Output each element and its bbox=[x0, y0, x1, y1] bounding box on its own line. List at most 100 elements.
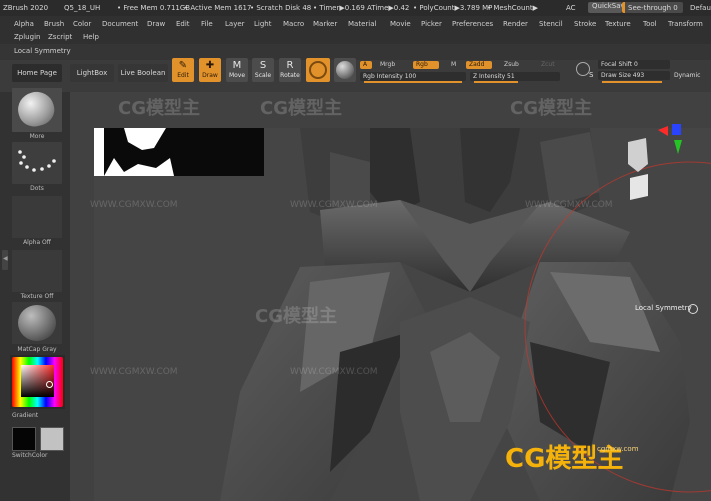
rotate-icon: R bbox=[286, 60, 294, 71]
zsub-button[interactable]: Zsub bbox=[501, 61, 525, 69]
s-label: S bbox=[589, 71, 594, 79]
texture-off-label[interactable]: Texture Off bbox=[12, 293, 62, 300]
menu-preferences[interactable]: Preferences bbox=[452, 20, 493, 28]
menu-tool[interactable]: Tool bbox=[643, 20, 657, 28]
lightbox-button[interactable]: LightBox bbox=[70, 64, 114, 82]
menu-material[interactable]: Material bbox=[348, 20, 376, 28]
menu-movie[interactable]: Movie bbox=[390, 20, 411, 28]
menu-alpha[interactable]: Alpha bbox=[14, 20, 34, 28]
menu-help[interactable]: Help bbox=[83, 33, 99, 41]
default-layout[interactable]: Default bbox=[690, 4, 711, 12]
alpha-off-label[interactable]: Alpha Off bbox=[12, 239, 62, 246]
stroke-thumbnail[interactable] bbox=[12, 142, 62, 184]
menu-document[interactable]: Document bbox=[102, 20, 138, 28]
scale-tool-button[interactable]: S Scale bbox=[252, 58, 274, 82]
menu-macro[interactable]: Macro bbox=[283, 20, 304, 28]
dots-stroke-icon bbox=[18, 150, 56, 172]
switch-color-label[interactable]: SwitchColor bbox=[12, 452, 62, 459]
focal-shift-slider[interactable]: Focal Shift 0 bbox=[598, 60, 670, 69]
a-button[interactable]: A bbox=[360, 61, 372, 69]
watermark-url: WWW.CGMXW.COM bbox=[525, 200, 613, 210]
material-thumbnail[interactable] bbox=[12, 302, 62, 344]
watermark-url: WWW.CGMXW.COM bbox=[290, 200, 378, 210]
menu-zscript[interactable]: Zscript bbox=[48, 33, 72, 41]
edit-icon: ✎ bbox=[178, 60, 188, 71]
draw-label: Draw bbox=[202, 72, 218, 79]
move-tool-button[interactable]: M Move bbox=[226, 58, 248, 82]
menu-file[interactable]: File bbox=[201, 20, 213, 28]
watermark-url: WWW.CGMXW.COM bbox=[90, 200, 178, 210]
local-symmetry-icon[interactable] bbox=[688, 304, 698, 314]
move-label: Move bbox=[228, 72, 246, 79]
texture-thumbnail[interactable] bbox=[12, 250, 62, 292]
watermark-logo: CG模型主 bbox=[118, 98, 200, 119]
brush-size-icon bbox=[576, 62, 590, 76]
subpalette-bar: Local Symmetry bbox=[0, 44, 711, 60]
document-viewport[interactable]: Local Symmetry CG模型主 CG模型主 CG模型主 WWW.CGM… bbox=[70, 92, 711, 501]
menu-draw[interactable]: Draw bbox=[147, 20, 165, 28]
current-brush-button[interactable] bbox=[306, 58, 330, 82]
zcut-button[interactable]: Zcut bbox=[538, 61, 560, 69]
draw-size-fill bbox=[602, 81, 662, 83]
scratch-disk: • Scratch Disk 48 bbox=[250, 4, 312, 12]
live-boolean-button[interactable]: Live Boolean bbox=[118, 64, 168, 82]
brush-thumbnail[interactable] bbox=[12, 87, 62, 132]
corner-watermark-url: cgmxw.com bbox=[597, 445, 639, 453]
gradient-label[interactable]: Gradient bbox=[12, 412, 62, 419]
brush-icon bbox=[309, 61, 327, 79]
subpalette-title[interactable]: Local Symmetry bbox=[14, 47, 71, 55]
rgb-button[interactable]: Rgb bbox=[413, 61, 439, 69]
mesh-count: • MeshCount▶ bbox=[487, 4, 538, 12]
menu-layer[interactable]: Layer bbox=[225, 20, 245, 28]
menu-render[interactable]: Render bbox=[503, 20, 528, 28]
draw-size-slider[interactable]: Draw Size 493 bbox=[598, 71, 670, 80]
more-label[interactable]: More bbox=[12, 133, 62, 140]
tray-arrow-icon: ◀ bbox=[3, 255, 8, 262]
watermark-logo: CG模型主 bbox=[255, 306, 337, 327]
secondary-color-swatch[interactable] bbox=[40, 427, 64, 451]
edit-label: Edit bbox=[177, 72, 189, 79]
m-button[interactable]: M bbox=[448, 61, 460, 69]
brush-preview-icon bbox=[14, 87, 58, 131]
mrgb-button[interactable]: Mrgb bbox=[377, 61, 403, 69]
matcap-sphere-icon bbox=[336, 61, 354, 79]
zadd-button[interactable]: Zadd bbox=[466, 61, 492, 69]
home-page-button[interactable]: Home Page bbox=[12, 64, 62, 82]
rotate-label: Rotate bbox=[280, 72, 300, 79]
axis-gizmo-icon bbox=[628, 124, 682, 200]
menu-texture[interactable]: Texture bbox=[605, 20, 631, 28]
scale-icon: S bbox=[259, 60, 267, 71]
menu-transform[interactable]: Transform bbox=[668, 20, 703, 28]
matcap-gray-icon bbox=[18, 305, 56, 341]
timer: • Timer▶0.169 ATime▶0.42 bbox=[313, 4, 410, 12]
dynamic-button[interactable]: Dynamic bbox=[674, 72, 700, 79]
draw-tool-button[interactable]: ✚ Draw bbox=[199, 58, 221, 82]
ac-label: AC bbox=[566, 4, 576, 12]
rgb-intensity-slider[interactable]: Rgb Intensity 100 bbox=[360, 72, 466, 81]
alpha-thumbnail[interactable] bbox=[12, 196, 62, 238]
scale-label: Scale bbox=[254, 72, 272, 79]
menu-stencil[interactable]: Stencil bbox=[539, 20, 563, 28]
main-color-swatch[interactable] bbox=[12, 427, 36, 451]
menu-color[interactable]: Color bbox=[73, 20, 91, 28]
file-name: Q5_18_UH bbox=[64, 4, 101, 12]
poly-count: • PolyCount▶3.789 MP bbox=[413, 4, 493, 12]
menu-bar: Alpha Brush Color Document Draw Edit Fil… bbox=[0, 16, 711, 44]
dots-label[interactable]: Dots bbox=[12, 185, 62, 192]
navigation-cube[interactable] bbox=[620, 124, 690, 214]
menu-marker[interactable]: Marker bbox=[313, 20, 337, 28]
z-intensity-slider[interactable]: Z Intensity 51 bbox=[470, 72, 560, 81]
menu-zplugin[interactable]: Zplugin bbox=[14, 33, 40, 41]
menu-edit[interactable]: Edit bbox=[176, 20, 190, 28]
z-intensity-fill bbox=[474, 81, 518, 83]
menu-picker[interactable]: Picker bbox=[421, 20, 442, 28]
edit-tool-button[interactable]: ✎ Edit bbox=[172, 58, 194, 82]
matcap-gray-label[interactable]: MatCap Gray bbox=[12, 346, 62, 353]
color-picker[interactable] bbox=[10, 355, 65, 409]
menu-brush[interactable]: Brush bbox=[44, 20, 64, 28]
active-mem: • Active Mem 1617 bbox=[184, 4, 252, 12]
menu-light[interactable]: Light bbox=[254, 20, 271, 28]
material-button[interactable] bbox=[334, 58, 356, 82]
rotate-tool-button[interactable]: R Rotate bbox=[279, 58, 301, 82]
menu-stroke[interactable]: Stroke bbox=[574, 20, 596, 28]
